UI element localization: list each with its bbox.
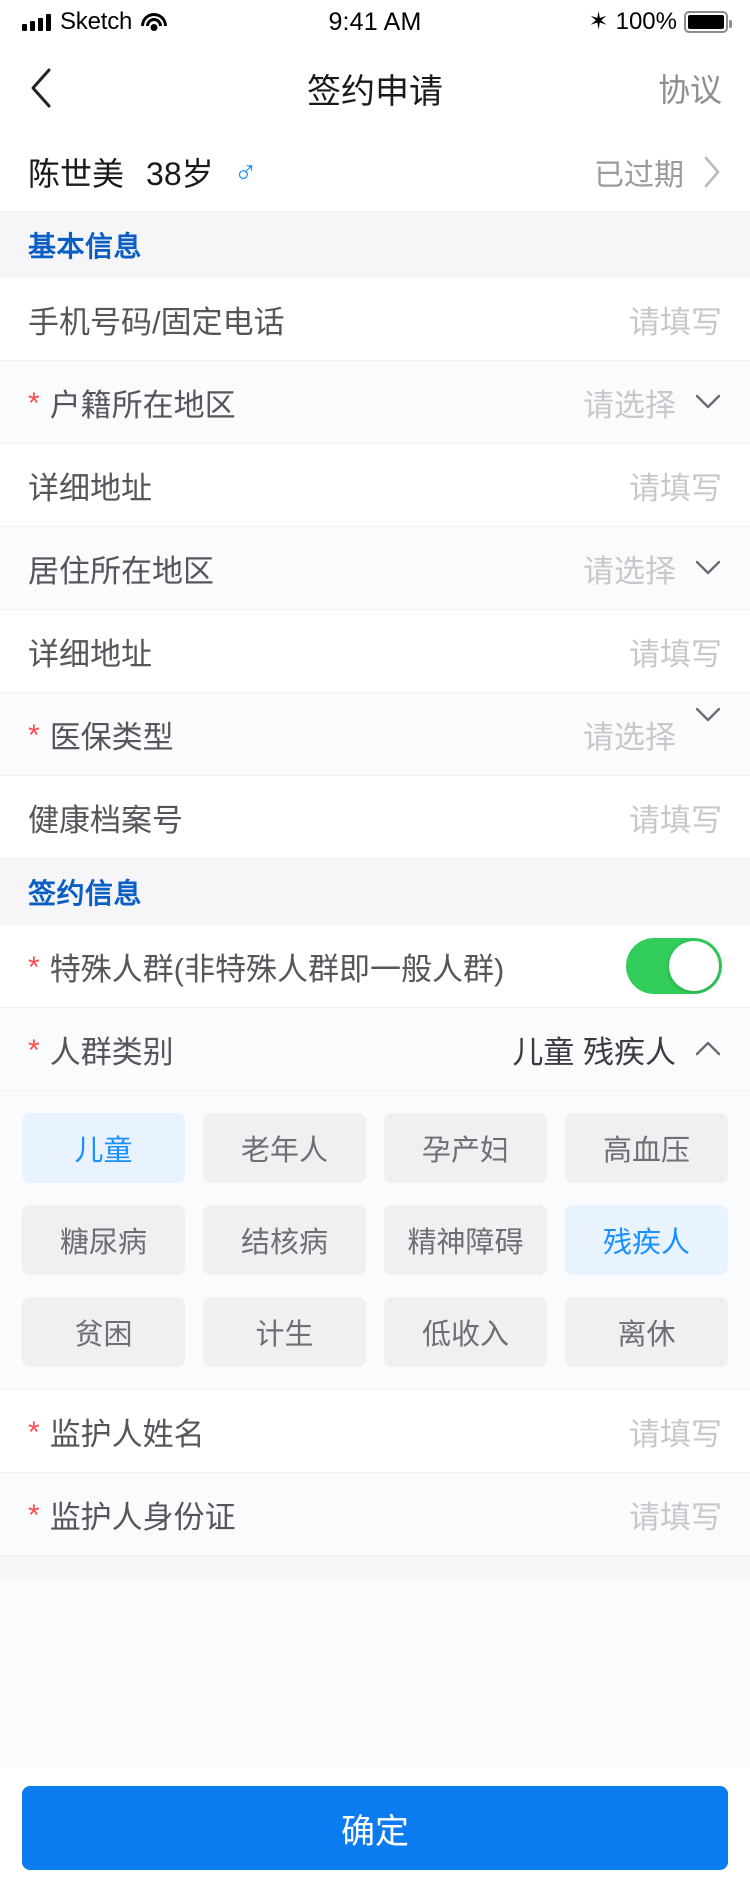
section-header-basic-info: 基本信息: [0, 212, 750, 278]
row-value[interactable]: 请填写: [629, 629, 722, 674]
form-row-insurance-type[interactable]: * 医保类型 请选择: [0, 693, 750, 776]
status-bar-left: Sketch: [22, 8, 168, 36]
row-label: 监护人身份证: [49, 1499, 236, 1535]
required-asterisk: *: [28, 1034, 40, 1067]
row-value[interactable]: 请填写: [629, 795, 722, 840]
required-asterisk: *: [28, 387, 40, 420]
category-chip[interactable]: 孕产妇: [384, 1113, 547, 1183]
category-chip[interactable]: 贫困: [22, 1297, 185, 1367]
confirm-button[interactable]: 确定: [22, 1786, 728, 1870]
category-chip[interactable]: 计生: [203, 1297, 366, 1367]
form-row-special-group: * 特殊人群(非特殊人群即一般人群): [0, 925, 750, 1008]
chevron-up-icon[interactable]: [694, 1041, 722, 1057]
form-row-guardian-id[interactable]: * 监护人身份证 请填写: [0, 1473, 750, 1556]
form-row-guardian-name[interactable]: * 监护人姓名 请填写: [0, 1390, 750, 1473]
required-asterisk: *: [28, 1499, 40, 1532]
toggle-knob: [669, 941, 719, 991]
app-screen: Sketch 9:41 AM ✶ 100% 签约申请 协议 陈世美 38岁 ♂ …: [0, 0, 750, 1888]
row-value: 请选择: [583, 387, 676, 423]
row-label: 户籍所在地区: [49, 387, 236, 423]
footer-bar: 确定: [0, 1768, 750, 1888]
row-label: 监护人姓名: [49, 1416, 205, 1452]
category-chip[interactable]: 老年人: [203, 1113, 366, 1183]
form-row-residence-region[interactable]: 居住所在地区 请选择: [0, 527, 750, 610]
chevron-down-icon[interactable]: [694, 560, 722, 576]
category-chip[interactable]: 糖尿病: [22, 1205, 185, 1275]
status-badge: 已过期: [594, 158, 684, 192]
bluetooth-icon: ✶: [588, 8, 609, 35]
page-title: 签约申请: [307, 72, 443, 111]
category-chip[interactable]: 儿童: [22, 1113, 185, 1183]
row-value[interactable]: 请填写: [629, 1409, 722, 1454]
row-value: 儿童 残疾人: [512, 1034, 676, 1070]
male-gender-icon: ♂: [233, 153, 258, 190]
required-asterisk: *: [28, 951, 40, 984]
row-label: 详细地址: [28, 636, 152, 672]
signal-bars-icon: [22, 13, 51, 31]
status-bar-right: ✶ 100%: [588, 8, 732, 36]
section-header-sign-info: 签约信息: [0, 859, 750, 925]
status-bar: Sketch 9:41 AM ✶ 100%: [0, 0, 750, 44]
row-label: 医保类型: [49, 719, 174, 755]
required-asterisk: *: [28, 1416, 40, 1449]
bottom-spacer: [0, 1556, 750, 1580]
row-label: 手机号码/固定电话: [28, 304, 285, 340]
required-asterisk: *: [28, 719, 40, 752]
row-value: 请选择: [583, 719, 676, 755]
category-chip[interactable]: 高血压: [565, 1113, 728, 1183]
row-label: 特殊人群(非特殊人群即一般人群): [49, 951, 505, 987]
chevron-down-icon[interactable]: [694, 707, 722, 723]
navigation-bar: 签约申请 协议: [0, 44, 750, 132]
back-button[interactable]: [28, 66, 72, 110]
category-chip[interactable]: 离休: [565, 1297, 728, 1367]
chevron-left-icon: [28, 66, 54, 110]
row-value[interactable]: 请填写: [629, 1492, 722, 1537]
row-label: 详细地址: [28, 470, 152, 506]
row-value[interactable]: 请填写: [629, 463, 722, 508]
category-chip[interactable]: 低收入: [384, 1297, 547, 1367]
category-chip[interactable]: 残疾人: [565, 1205, 728, 1275]
form-row-household-address[interactable]: 详细地址 请填写: [0, 444, 750, 527]
category-chip[interactable]: 结核病: [203, 1205, 366, 1275]
wifi-icon: [141, 12, 168, 32]
group-category-options: 儿童 老年人 孕产妇 高血压 糖尿病 结核病 精神障碍 残疾人 贫困 计生 低收…: [0, 1091, 750, 1390]
row-label: 居住所在地区: [28, 553, 214, 589]
agreement-link[interactable]: 协议: [658, 65, 722, 111]
patient-name: 陈世美: [28, 155, 125, 192]
form-row-household-region[interactable]: * 户籍所在地区 请选择: [0, 361, 750, 444]
patient-age: 38岁: [146, 155, 214, 192]
form-row-group-category[interactable]: * 人群类别 儿童 残疾人: [0, 1008, 750, 1091]
row-label: 健康档案号: [28, 802, 183, 838]
category-chip[interactable]: 精神障碍: [384, 1205, 547, 1275]
row-label: 人群类别: [49, 1034, 174, 1070]
row-value[interactable]: 请填写: [629, 297, 722, 342]
form-scroll-area: 陈世美 38岁 ♂ 已过期 基本信息 手机号码/固定电话 请填写 * 户籍所在地…: [0, 132, 750, 1768]
row-value: 请选择: [583, 553, 676, 589]
battery-percent-label: 100%: [615, 8, 677, 35]
form-row-health-record-no[interactable]: 健康档案号 请填写: [0, 776, 750, 859]
carrier-label: Sketch: [60, 8, 133, 35]
form-row-phone[interactable]: 手机号码/固定电话 请填写: [0, 278, 750, 361]
special-group-toggle[interactable]: [626, 938, 722, 994]
chevron-right-icon: [702, 155, 722, 189]
form-row-residence-address[interactable]: 详细地址 请填写: [0, 610, 750, 693]
battery-full-icon: [684, 11, 732, 33]
chevron-down-icon[interactable]: [694, 394, 722, 410]
patient-summary-row[interactable]: 陈世美 38岁 ♂ 已过期: [0, 132, 750, 212]
